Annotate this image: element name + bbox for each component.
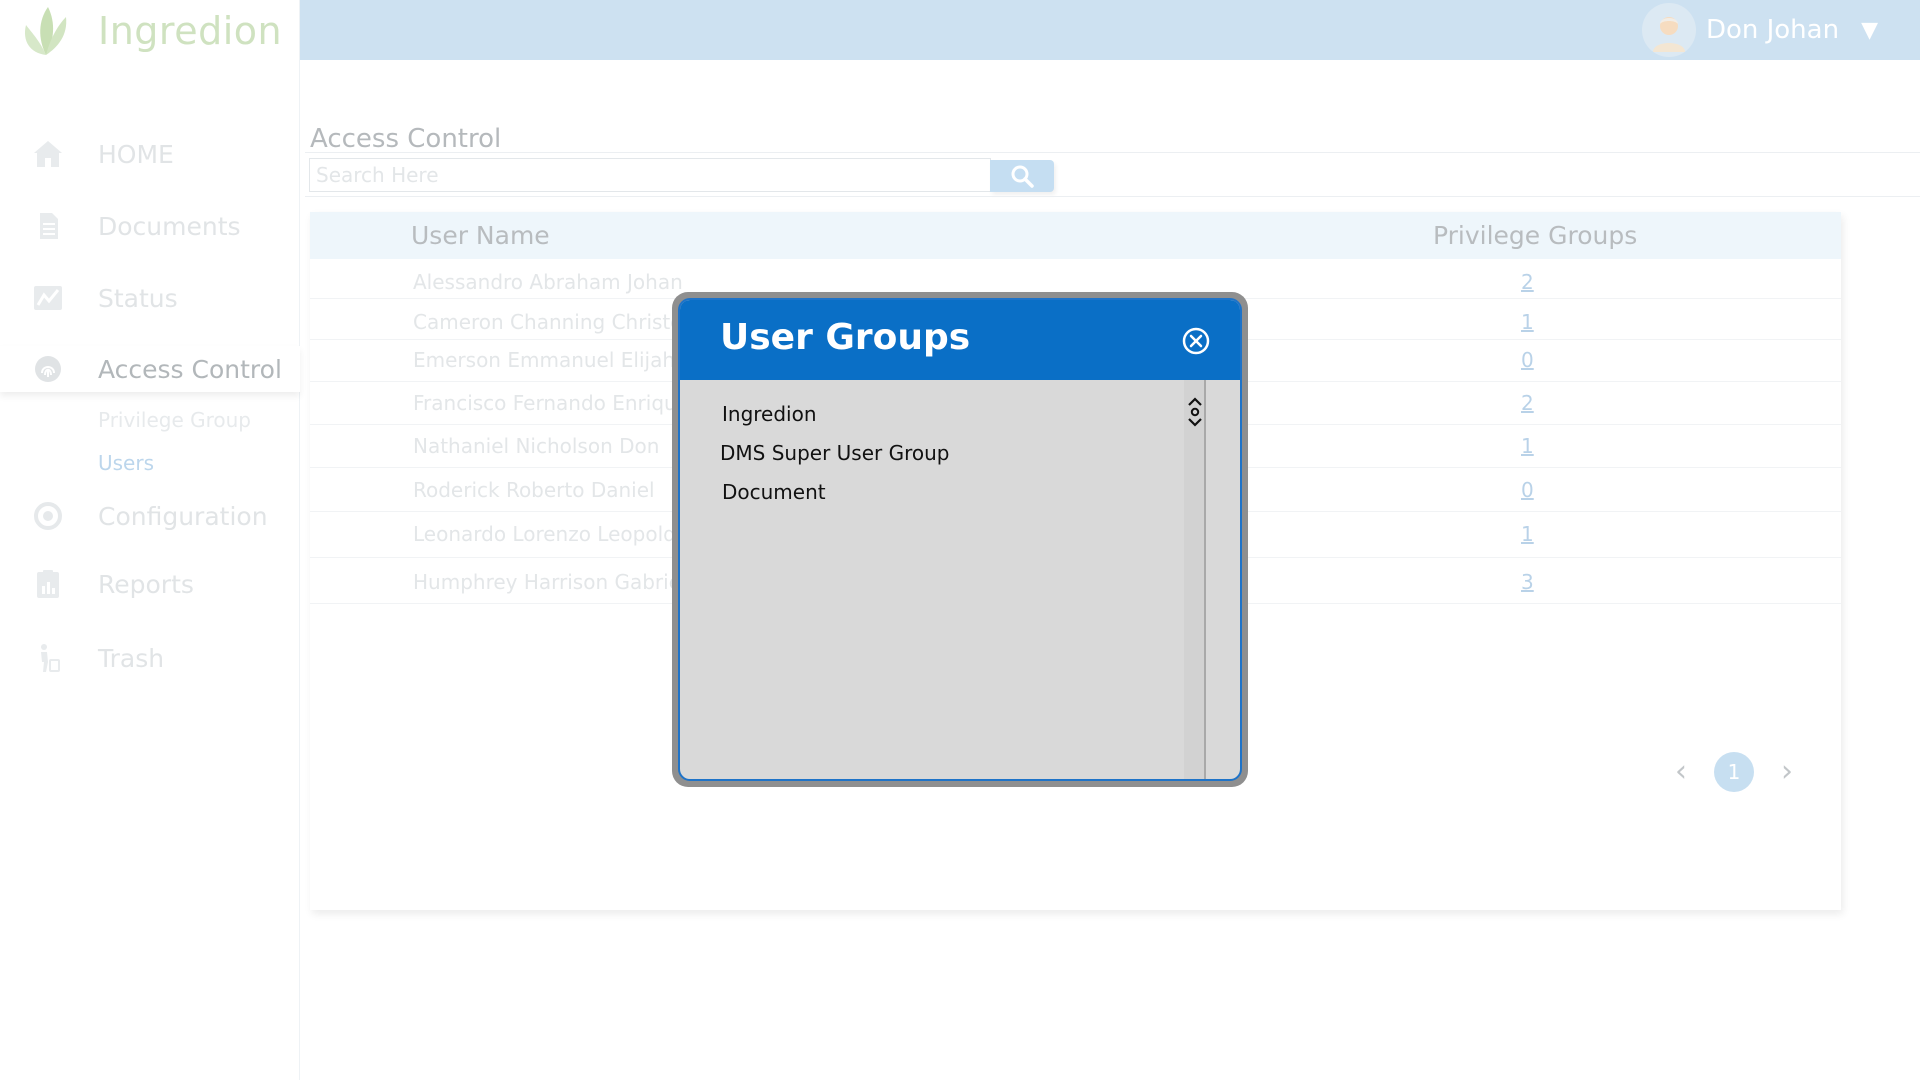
cell-user-name: Roderick Roberto Daniel — [413, 478, 655, 502]
gear-icon — [30, 498, 66, 534]
search-button[interactable] — [990, 160, 1054, 192]
scrollbar[interactable] — [1184, 380, 1206, 779]
column-header-privilege-groups[interactable]: Privilege Groups — [1433, 221, 1637, 250]
title-divider — [305, 152, 1920, 153]
chevron-left-icon[interactable]: ‹ — [1666, 752, 1696, 792]
cell-user-name: Emerson Emmanuel Elijah — [413, 348, 676, 372]
nav-trash-label: Trash — [98, 643, 165, 673]
list-item[interactable]: DMS Super User Group — [720, 441, 950, 465]
nav-reports[interactable]: Reports — [0, 561, 300, 607]
table-header: User Name Privilege Groups — [310, 212, 1841, 259]
user-avatar-icon — [1652, 17, 1685, 52]
nav-documents[interactable]: Documents — [0, 203, 300, 249]
modal-body: User Groups Ingredion DMS Super User Gro… — [678, 298, 1242, 781]
app-name: Ingredion — [98, 9, 283, 53]
cell-user-name: Cameron Channing Christop — [413, 310, 696, 334]
chart-line-icon — [30, 280, 66, 316]
user-menu[interactable]: Don Johan ▼ — [1641, 2, 1878, 58]
search-icon — [1011, 165, 1034, 188]
page-title: Access Control — [310, 124, 502, 154]
clipboard-report-icon — [30, 566, 66, 602]
cell-privilege-count-link[interactable]: 3 — [1521, 570, 1534, 594]
home-icon — [30, 136, 66, 172]
close-icon[interactable] — [1182, 327, 1210, 355]
cell-user-name: Alessandro Abraham Johan — [413, 270, 683, 294]
cell-user-name: Francisco Fernando Enrique — [413, 391, 690, 415]
app-logo[interactable]: Ingredion — [18, 2, 282, 60]
nav-configuration[interactable]: Configuration — [0, 493, 300, 539]
user-groups-modal: User Groups Ingredion DMS Super User Gro… — [672, 292, 1248, 787]
cell-privilege-count-link[interactable]: 1 — [1521, 310, 1534, 334]
cell-privilege-count-link[interactable]: 1 — [1521, 434, 1534, 458]
nav-documents-label: Documents — [98, 211, 241, 241]
column-header-user-name[interactable]: User Name — [411, 221, 550, 250]
fingerprint-icon — [30, 351, 66, 387]
modal-title: User Groups — [720, 317, 971, 358]
nav-configuration-label: Configuration — [98, 501, 268, 531]
user-groups-list: Ingredion DMS Super User Group Document — [680, 380, 1184, 779]
nav-access-control[interactable]: Access Control — [0, 346, 300, 392]
cell-user-name: Humphrey Harrison Gabriel — [413, 570, 687, 594]
search-input[interactable] — [309, 158, 991, 192]
nav-home-label: HOME — [98, 139, 174, 169]
sidebar: Ingredion HOME Documents Status Access C… — [0, 0, 300, 1080]
nav-sub-privilege-group[interactable]: Privilege Group — [98, 408, 251, 432]
pagination: ‹ 1 › — [1666, 752, 1802, 792]
modal-header: User Groups — [680, 300, 1240, 380]
scroll-up-down-icon[interactable] — [1185, 396, 1205, 428]
nav-status-label: Status — [98, 283, 178, 313]
nav-sub-users[interactable]: Users — [98, 451, 154, 475]
user-name: Don Johan — [1705, 15, 1840, 45]
cell-privilege-count-link[interactable]: 0 — [1521, 478, 1534, 502]
nav-home[interactable]: HOME — [0, 131, 300, 177]
chevron-right-icon[interactable]: › — [1772, 752, 1802, 792]
person-trash-icon — [30, 640, 66, 676]
chevron-down-icon[interactable]: ▼ — [1861, 18, 1878, 43]
cell-user-name: Nathaniel Nicholson Don — [413, 434, 660, 458]
nav-trash[interactable]: Trash — [0, 635, 300, 681]
nav-reports-label: Reports — [98, 569, 194, 599]
list-item[interactable]: Ingredion — [722, 402, 817, 426]
leaf-logo-icon — [24, 7, 67, 55]
search-divider — [305, 196, 1920, 197]
cell-privilege-count-link[interactable]: 0 — [1521, 348, 1534, 372]
cell-privilege-count-link[interactable]: 1 — [1521, 522, 1534, 546]
nav-status[interactable]: Status — [0, 275, 300, 321]
cell-privilege-count-link[interactable]: 2 — [1521, 391, 1534, 415]
cell-user-name: Leonardo Lorenzo Leopold — [413, 522, 676, 546]
page-number-current[interactable]: 1 — [1714, 752, 1754, 792]
cell-privilege-count-link[interactable]: 2 — [1521, 270, 1534, 294]
top-header: Don Johan ▼ — [300, 0, 1920, 60]
document-icon — [30, 208, 66, 244]
avatar — [1641, 3, 1696, 57]
nav-access-control-label: Access Control — [98, 354, 282, 384]
list-item[interactable]: Document — [722, 480, 826, 504]
